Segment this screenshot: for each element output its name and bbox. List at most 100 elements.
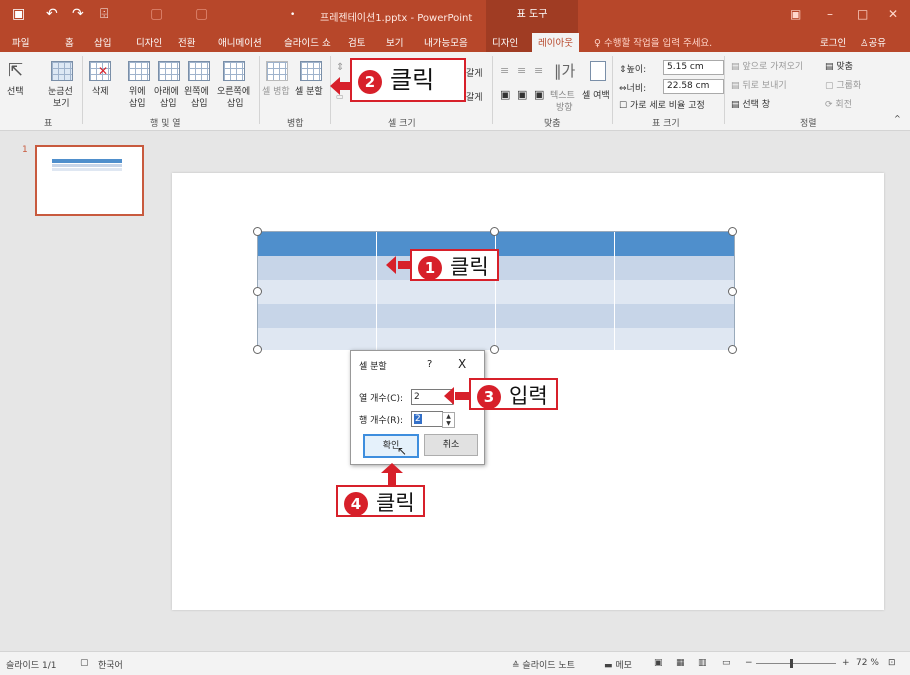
height-input[interactable]: 5.15 cm bbox=[663, 60, 724, 75]
customize-qat-icon[interactable]: • bbox=[290, 10, 295, 20]
notes-button[interactable]: ≙ 슬라이드 노트 bbox=[512, 658, 575, 671]
tell-me-box[interactable]: ♀ 수행할 작업을 입력 주세요. bbox=[594, 35, 712, 49]
language-indicator[interactable]: 한국어 bbox=[98, 658, 123, 671]
split-cells-icon bbox=[300, 61, 322, 81]
comments-button[interactable]: ▬ 메모 bbox=[604, 658, 632, 671]
slide-thumbnail[interactable] bbox=[35, 145, 144, 216]
reading-view-icon[interactable]: ▥ bbox=[698, 658, 707, 668]
cancel-button[interactable]: 취소 bbox=[424, 434, 478, 456]
align-left-icon[interactable]: ≡ bbox=[500, 64, 509, 77]
tab-view[interactable]: 보기 bbox=[386, 35, 403, 49]
align-center-icon[interactable]: ≡ bbox=[517, 64, 526, 77]
table-row[interactable] bbox=[258, 280, 734, 305]
selection-pane-icon: ▤ bbox=[731, 100, 740, 110]
resize-handle[interactable] bbox=[253, 227, 262, 236]
context-group-label: 표 도구 bbox=[486, 0, 578, 30]
group-label-arrange: 정렬 bbox=[800, 119, 817, 129]
width-icon: ⇔ bbox=[619, 84, 627, 94]
slideshow-view-icon[interactable]: ▭ bbox=[722, 658, 731, 668]
align-right-icon[interactable]: ≡ bbox=[534, 64, 543, 77]
resize-handle[interactable] bbox=[253, 287, 262, 296]
resize-handle[interactable] bbox=[253, 345, 262, 354]
bring-forward-button[interactable]: ▤ 앞으로 가져오기 bbox=[731, 59, 803, 72]
save-icon[interactable]: ▣ bbox=[12, 6, 25, 22]
zoom-slider-thumb[interactable] bbox=[790, 659, 793, 668]
collapse-ribbon-icon[interactable]: ^ bbox=[894, 114, 901, 123]
spellcheck-icon[interactable]: ▢ bbox=[80, 658, 89, 668]
start-icon[interactable]: ▢ bbox=[195, 6, 208, 22]
touch-mode-icon[interactable]: ▢ bbox=[150, 6, 163, 22]
delete-button[interactable]: 삭제 bbox=[92, 84, 109, 97]
align-icon: ▤ bbox=[825, 62, 834, 72]
tab-file[interactable]: 파일 bbox=[12, 35, 29, 49]
slide-sorter-icon[interactable]: ▦ bbox=[676, 658, 685, 668]
maximize-icon[interactable]: □ bbox=[857, 7, 868, 21]
height-icon: ⇕ bbox=[619, 65, 627, 75]
gridlines-icon bbox=[51, 61, 73, 81]
mouse-cursor-icon: ↖ bbox=[397, 444, 408, 458]
align-button[interactable]: ▤ 맞춤 bbox=[825, 59, 853, 72]
align-middle-icon[interactable]: ▣ bbox=[517, 88, 527, 101]
bring-forward-icon: ▤ bbox=[731, 62, 740, 72]
group-label-cell-size: 셀 크기 bbox=[388, 119, 416, 129]
normal-view-icon[interactable]: ▣ bbox=[654, 658, 663, 668]
resize-handle[interactable] bbox=[728, 345, 737, 354]
dialog-title: 셀 분할 bbox=[359, 362, 387, 372]
group-label-alignment: 맞춤 bbox=[544, 119, 561, 129]
redo-icon[interactable]: ↷ bbox=[72, 6, 84, 22]
zoom-out-icon[interactable]: − bbox=[745, 658, 753, 668]
fit-slide-icon[interactable]: ⊡ bbox=[888, 658, 896, 668]
cell-margins-button[interactable]: 셀 여백 bbox=[582, 88, 610, 101]
select-button[interactable]: 선택 bbox=[7, 84, 24, 97]
tab-transitions[interactable]: 전환 bbox=[178, 35, 195, 49]
help-button[interactable]: ? bbox=[427, 359, 432, 370]
callout-step-2: 2 클릭 bbox=[350, 58, 466, 102]
rows-spinner[interactable]: ▲ ▼ bbox=[442, 412, 455, 428]
tab-review[interactable]: 검토 bbox=[348, 35, 365, 49]
zoom-in-icon[interactable]: + bbox=[842, 658, 850, 668]
split-cells-button[interactable]: 셀 분할 bbox=[295, 84, 323, 97]
tab-design[interactable]: 디자인 bbox=[136, 35, 162, 49]
height-label: ⇕높이: bbox=[619, 65, 647, 75]
lock-aspect-checkbox[interactable]: ☐ 가로 세로 비율 고정 bbox=[619, 98, 705, 111]
group-icon: ▢ bbox=[825, 81, 834, 91]
tab-custom[interactable]: 내가능모음 bbox=[424, 35, 468, 49]
resize-handle[interactable] bbox=[490, 345, 499, 354]
tab-table-layout[interactable]: 레이아웃 bbox=[532, 33, 579, 52]
rotate-button[interactable]: ⟳ 회전 bbox=[825, 97, 852, 110]
callout-step-3: 3 입력 bbox=[469, 378, 558, 410]
login-link[interactable]: 로그인 bbox=[820, 35, 846, 49]
tab-table-design[interactable]: 디자인 bbox=[492, 35, 518, 49]
text-direction-icon: ‖가 bbox=[554, 62, 576, 80]
tab-home[interactable]: 홈 bbox=[65, 35, 74, 49]
align-top-icon[interactable]: ▣ bbox=[500, 88, 510, 101]
presenter-icon[interactable]: ⌹ bbox=[100, 6, 108, 22]
width-input[interactable]: 22.58 cm bbox=[663, 79, 724, 94]
distribute-cols-button[interactable]: 갈게 bbox=[466, 90, 483, 103]
rows-input[interactable]: 2 bbox=[411, 411, 443, 427]
minimize-icon[interactable]: – bbox=[827, 7, 833, 21]
selection-pane-button[interactable]: ▤ 선택 창 bbox=[731, 97, 770, 110]
zoom-slider[interactable] bbox=[756, 663, 836, 664]
table-row[interactable] bbox=[258, 304, 734, 329]
resize-handle[interactable] bbox=[728, 287, 737, 296]
group-button[interactable]: ▢ 그룹화 bbox=[825, 78, 861, 91]
split-cells-dialog: 셀 분할 ? X 열 개수(C): 2 행 개수(R): 2 ▲ ▼ 확인 취소 … bbox=[350, 350, 485, 465]
columns-label: 열 개수(C): bbox=[359, 394, 404, 404]
ok-button[interactable]: 확인 bbox=[363, 434, 419, 458]
resize-handle[interactable] bbox=[728, 227, 737, 236]
tab-insert[interactable]: 삽입 bbox=[94, 35, 111, 49]
tab-slideshow[interactable]: 슬라이드 쇼 bbox=[284, 35, 331, 49]
tab-animations[interactable]: 애니메이션 bbox=[218, 35, 262, 49]
distribute-rows-button[interactable]: 갈게 bbox=[466, 66, 483, 79]
align-bottom-icon[interactable]: ▣ bbox=[534, 88, 544, 101]
share-button[interactable]: ♙공유 bbox=[860, 35, 886, 49]
dialog-close-button[interactable]: X bbox=[458, 357, 466, 371]
undo-icon[interactable]: ↶ bbox=[46, 6, 58, 22]
merge-cells-button[interactable]: 셀 병합 bbox=[262, 84, 290, 97]
zoom-level[interactable]: 72 % bbox=[856, 658, 879, 668]
ribbon-display-icon[interactable]: ▣ bbox=[790, 7, 801, 21]
send-backward-button[interactable]: ▤ 뒤로 보내기 bbox=[731, 78, 787, 91]
close-icon[interactable]: ✕ bbox=[888, 7, 898, 21]
resize-handle[interactable] bbox=[490, 227, 499, 236]
